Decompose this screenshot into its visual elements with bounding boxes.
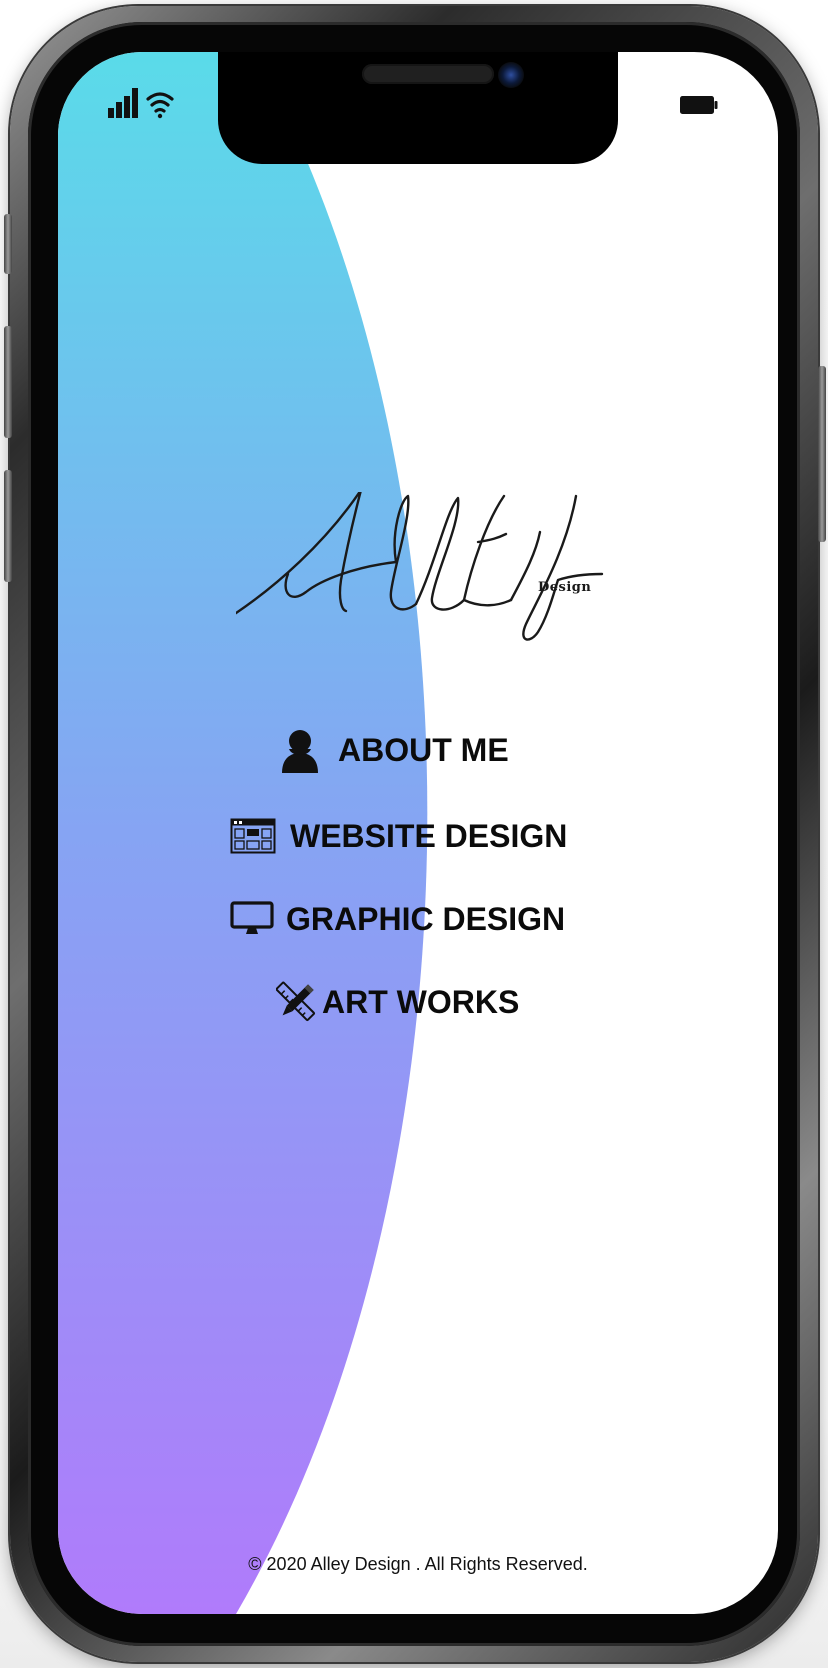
volume-down-button [4, 470, 12, 582]
logo-subtitle: Design [538, 580, 592, 595]
menu-item-graphic-design[interactable]: GRAPHIC DESIGN [230, 891, 565, 947]
wifi-icon [146, 92, 174, 119]
menu-item-about-me[interactable]: ABOUT ME [280, 722, 509, 778]
menu-label-about-me: ABOUT ME [338, 731, 509, 768]
phone-screen: Design ABOUT ME WEBSITE DESIGN GRAPHIC D… [58, 52, 778, 1614]
mute-switch [4, 214, 12, 274]
front-camera [498, 62, 524, 88]
copyright-footer: © 2020 Alley Design . All Rights Reserve… [248, 1554, 588, 1574]
power-button [818, 366, 826, 542]
menu-label-art-works: ART WORKS [322, 983, 520, 1020]
mockup-stage: Design ABOUT ME WEBSITE DESIGN GRAPHIC D… [0, 0, 828, 1668]
battery-icon [680, 96, 718, 114]
signal-icon [108, 88, 138, 118]
notch [218, 52, 618, 164]
browser-window-icon [230, 818, 276, 854]
pencil-ruler-icon [276, 981, 316, 1023]
earpiece-speaker [362, 64, 494, 84]
menu-item-art-works[interactable]: ART WORKS [276, 974, 519, 1030]
menu-label-website-design: WEBSITE DESIGN [290, 817, 568, 854]
person-icon [280, 727, 320, 773]
menu-label-graphic-design: GRAPHIC DESIGN [286, 900, 566, 937]
monitor-icon [230, 901, 274, 937]
volume-up-button [4, 326, 12, 438]
menu-item-website-design[interactable]: WEBSITE DESIGN [230, 808, 567, 864]
status-bar-left [108, 88, 174, 119]
